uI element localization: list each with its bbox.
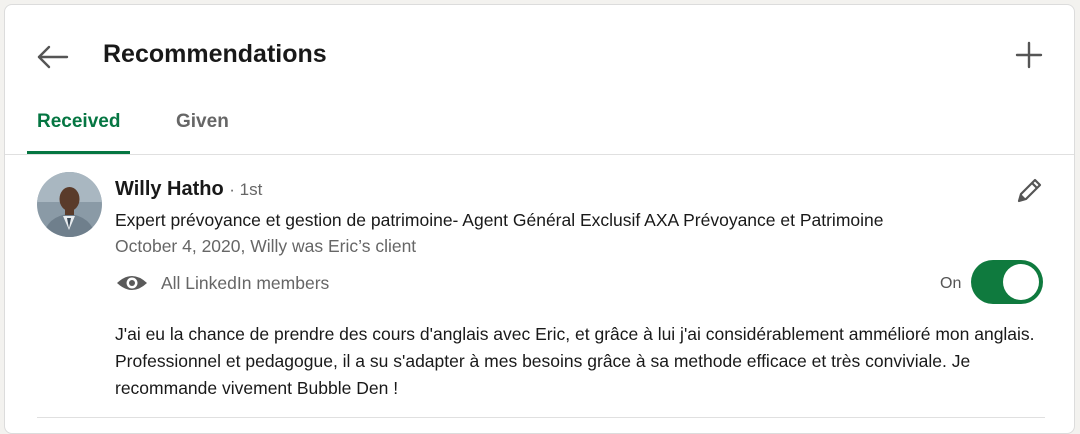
divider [37,417,1045,418]
recommender-name[interactable]: Willy Hatho [115,178,224,200]
avatar[interactable] [37,172,102,237]
profile-photo [37,172,102,237]
connection-degree: · 1st [229,180,263,199]
tab-received[interactable]: Received [26,100,131,154]
plus-icon [1015,41,1043,69]
recommendations-card: Recommendations Received Given Willy Hat… [4,4,1075,434]
tab-given[interactable]: Given [176,100,229,154]
toggle-knob [1003,264,1039,300]
recommendation-text: J'ai eu la chance de prendre des cours d… [115,324,1035,398]
add-recommendation-button[interactable] [1009,35,1049,75]
eye-icon [117,276,147,290]
toggle-state-label: On [940,275,962,292]
recommendation-meta: October 4, 2020, Willy was Eric’s client [115,236,417,256]
visibility-toggle[interactable] [971,260,1043,304]
edit-button[interactable] [1011,173,1047,209]
back-button[interactable] [33,37,73,77]
visibility-label: All LinkedIn members [161,272,330,293]
header: Recommendations [5,5,1074,105]
recommender-headline: Expert prévoyance et gestion de patrimoi… [115,210,884,230]
recommender-line: Willy Hatho · 1st [115,178,262,201]
page-title: Recommendations [103,40,327,68]
visibility-row: All LinkedIn members [115,269,329,297]
tab-bar: Received Given [5,100,1074,155]
arrow-left-icon [37,45,69,69]
pencil-icon [1017,178,1042,203]
